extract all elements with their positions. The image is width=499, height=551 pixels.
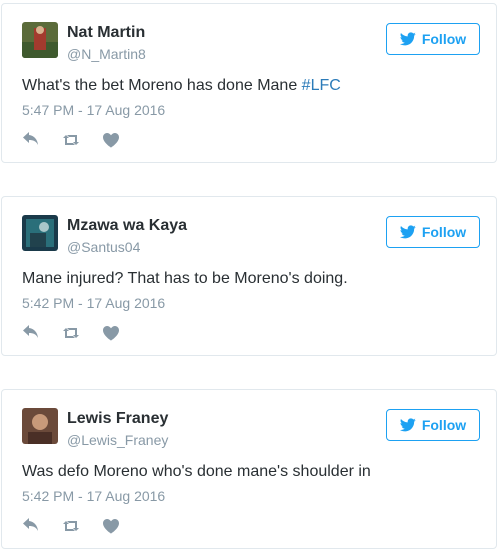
heart-icon[interactable] [102, 518, 120, 534]
hashtag-link[interactable]: #LFC [302, 77, 341, 94]
reply-icon[interactable] [22, 132, 40, 148]
follow-button[interactable]: Follow [386, 23, 480, 55]
follow-button[interactable]: Follow [386, 409, 480, 441]
twitter-bird-icon [399, 32, 416, 46]
twitter-bird-icon [399, 225, 416, 239]
twitter-bird-icon [399, 418, 416, 432]
follow-label: Follow [421, 224, 467, 240]
retweet-icon[interactable] [62, 518, 80, 534]
timestamp[interactable]: 5:47 PM - 17 Aug 2016 [22, 102, 165, 118]
display-name[interactable]: Lewis Franey [67, 410, 168, 428]
user-handle[interactable]: @N_Martin8 [67, 46, 146, 62]
follow-label: Follow [421, 31, 467, 47]
tweet-card: Mzawa wa Kaya @Santus04 Follow Mane inju… [1, 196, 497, 356]
avatar[interactable] [22, 22, 58, 58]
avatar[interactable] [22, 215, 58, 251]
tweet-actions [22, 517, 120, 535]
tweet-text: Was defo Moreno who's done mane's should… [22, 463, 371, 481]
heart-icon[interactable] [102, 132, 120, 148]
user-handle[interactable]: @Lewis_Franey [67, 432, 168, 448]
tweet-text: Mane injured? That has to be Moreno's do… [22, 270, 348, 288]
display-name[interactable]: Mzawa wa Kaya [67, 217, 187, 235]
tweet-text: What's the bet Moreno has done Mane #LFC [22, 77, 341, 95]
tweet-card: Lewis Franey @Lewis_Franey Follow Was de… [1, 389, 497, 549]
retweet-icon[interactable] [62, 132, 80, 148]
heart-icon[interactable] [102, 325, 120, 341]
tweet-card: Nat Martin @N_Martin8 Follow What's the … [1, 3, 497, 163]
tweet-body: Mane injured? That has to be Moreno's do… [22, 270, 348, 287]
tweet-body: What's the bet Moreno has done Mane [22, 77, 302, 94]
timestamp[interactable]: 5:42 PM - 17 Aug 2016 [22, 295, 165, 311]
tweet-actions [22, 131, 120, 149]
reply-icon[interactable] [22, 325, 40, 341]
user-handle[interactable]: @Santus04 [67, 239, 140, 255]
display-name[interactable]: Nat Martin [67, 24, 145, 42]
reply-icon[interactable] [22, 518, 40, 534]
tweet-actions [22, 324, 120, 342]
follow-button[interactable]: Follow [386, 216, 480, 248]
tweet-body: Was defo Moreno who's done mane's should… [22, 463, 371, 480]
avatar[interactable] [22, 408, 58, 444]
timestamp[interactable]: 5:42 PM - 17 Aug 2016 [22, 488, 165, 504]
follow-label: Follow [421, 417, 467, 433]
retweet-icon[interactable] [62, 325, 80, 341]
